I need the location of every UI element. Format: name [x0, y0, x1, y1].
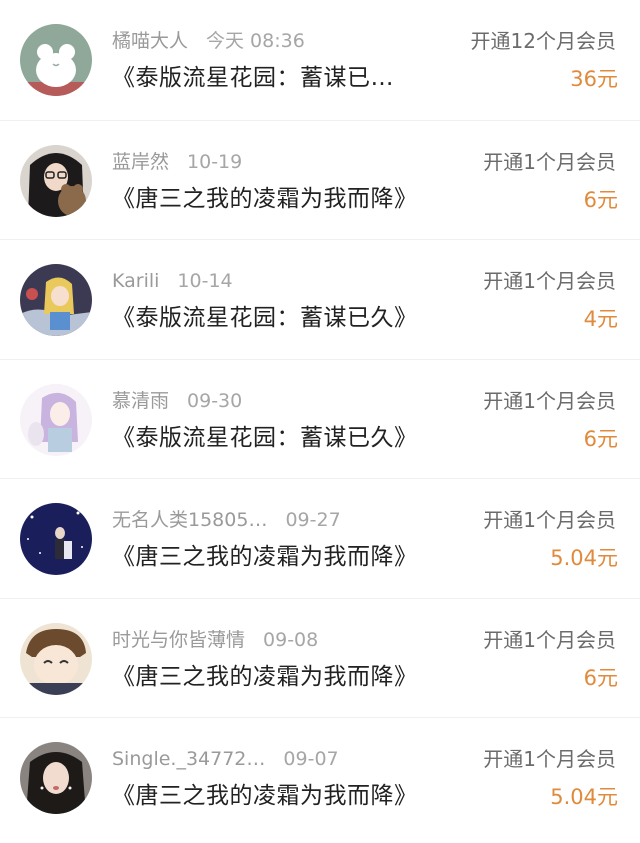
list-item[interactable]: Karili 10-14 《泰版流星花园：蓄谋已久》 开通1个月会员 4元	[0, 239, 640, 359]
user-name: Karili	[112, 270, 160, 292]
user-name: 蓝岸然	[112, 150, 170, 173]
record-time: 09-08	[263, 628, 319, 651]
membership-action: 开通1个月会员	[483, 627, 616, 652]
list-item[interactable]: 无名人类15805… 09-27 《唐三之我的凌霜为我而降》 开通1个月会员 5.…	[0, 478, 640, 598]
list-item[interactable]: 橘喵大人 今天 08:36 《泰版流星花园：蓄谋已… 开通12个月会员 36元	[0, 0, 640, 120]
list-item[interactable]: 时光与你皆薄情 09-08 《唐三之我的凌霜为我而降》 开通1个月会员 6元	[0, 597, 640, 718]
night-sky-couple-avatar-icon[interactable]	[20, 503, 92, 575]
girl-with-teddy-bear-avatar-icon[interactable]	[20, 144, 92, 217]
anime-purple-hair-avatar-icon[interactable]	[20, 383, 92, 456]
membership-action: 开通1个月会员	[483, 269, 616, 293]
user-meta: 橘喵大人 今天 08:36	[112, 27, 305, 55]
book-title: 《泰版流星花园：蓄谋已久》	[112, 305, 418, 331]
record-time: 09-27	[285, 509, 341, 531]
book-title: 《唐三之我的凌霜为我而降》	[112, 783, 418, 809]
membership-action: 开通1个月会员	[483, 388, 616, 413]
record-time: 10-19	[187, 150, 243, 173]
price-amount: 36元	[570, 67, 618, 91]
user-meta: 慕清雨 09-30	[112, 387, 242, 415]
price-amount: 6元	[583, 426, 618, 451]
list-item[interactable]: 慕清雨 09-30 《泰版流星花园：蓄谋已久》 开通1个月会员 6元	[0, 358, 640, 479]
list-item[interactable]: 蓝岸然 10-19 《唐三之我的凌霜为我而降》 开通1个月会员 6元	[0, 119, 640, 240]
user-meta: Single._34772… 09-07	[112, 745, 339, 773]
list-item[interactable]: Single._34772… 09-07 《唐三之我的凌霜为我而降》 开通1个月会…	[0, 717, 640, 837]
user-meta: 时光与你皆薄情 09-08	[112, 626, 318, 654]
anime-blonde-girl-avatar-icon[interactable]	[20, 264, 92, 336]
record-time: 09-07	[283, 748, 339, 770]
book-title: 《唐三之我的凌霜为我而降》	[112, 663, 418, 690]
record-time: 10-14	[177, 270, 233, 292]
user-name: 无名人类15805…	[112, 509, 268, 531]
price-amount: 5.04元	[550, 546, 618, 570]
price-amount: 6元	[583, 187, 618, 212]
dark-hair-girl-avatar-icon[interactable]	[20, 742, 92, 814]
user-name: Single._34772…	[112, 748, 266, 770]
membership-action: 开通12个月会员	[470, 29, 616, 53]
user-name: 时光与你皆薄情	[112, 628, 246, 651]
membership-action: 开通1个月会员	[483, 508, 616, 532]
anime-boy-avatar-icon[interactable]	[20, 622, 92, 695]
membership-action: 开通1个月会员	[483, 747, 616, 771]
price-amount: 4元	[583, 307, 618, 331]
membership-record-list: 橘喵大人 今天 08:36 《泰版流星花园：蓄谋已… 开通12个月会员 36元 蓝…	[0, 0, 640, 843]
white-frog-avatar-icon[interactable]	[20, 24, 92, 96]
membership-action: 开通1个月会员	[483, 149, 616, 174]
book-title: 《唐三之我的凌霜为我而降》	[112, 185, 418, 212]
price-amount: 6元	[583, 665, 618, 690]
user-meta: 蓝岸然 10-19	[112, 148, 242, 176]
record-time: 今天 08:36	[206, 30, 305, 52]
record-time: 09-30	[187, 389, 243, 412]
user-meta: Karili 10-14	[112, 267, 233, 295]
book-title: 《泰版流星花园：蓄谋已…	[112, 65, 394, 91]
user-name: 慕清雨	[112, 389, 170, 412]
user-meta: 无名人类15805… 09-27	[112, 506, 341, 534]
book-title: 《泰版流星花园：蓄谋已久》	[112, 424, 418, 451]
user-name: 橘喵大人	[112, 30, 189, 52]
book-title: 《唐三之我的凌霜为我而降》	[112, 544, 418, 570]
price-amount: 5.04元	[550, 785, 618, 809]
